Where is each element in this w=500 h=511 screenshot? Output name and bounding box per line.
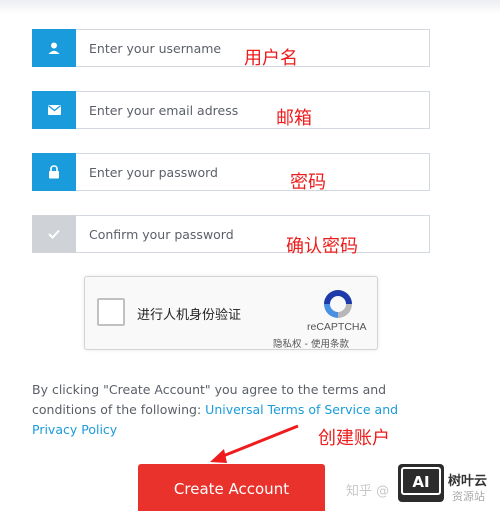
lock-icon	[32, 153, 76, 191]
create-account-button[interactable]: Create Account	[138, 464, 325, 511]
email-field	[32, 91, 430, 129]
watermark-logo-text: AI	[412, 473, 429, 491]
watermark-brand: 树叶云	[448, 474, 488, 489]
password-field	[32, 153, 430, 191]
annotation-arrow-icon	[210, 424, 299, 463]
user-icon	[32, 29, 76, 67]
confirm-password-annotation: 确认密码	[286, 236, 358, 257]
recaptcha-logo-icon	[324, 290, 352, 318]
watermark-sub: 资源站	[452, 490, 485, 503]
watermark-text: 知乎 @	[346, 484, 390, 499]
confirm-password-field	[32, 215, 430, 253]
recaptcha-links[interactable]: 隐私权 - 使用条款	[273, 336, 349, 350]
recaptcha-brand: reCAPTCHA	[307, 321, 367, 333]
check-icon	[32, 215, 76, 253]
recaptcha-checkbox[interactable]	[97, 298, 125, 326]
recaptcha-widget: 进行人机身份验证 reCAPTCHA 隐私权 - 使用条款	[84, 276, 378, 350]
password-annotation: 密码	[290, 172, 326, 193]
submit-annotation: 创建账户	[318, 428, 390, 449]
envelope-icon	[32, 91, 76, 129]
password-input[interactable]	[77, 154, 429, 190]
username-annotation: 用户名	[244, 48, 298, 69]
confirm-password-input[interactable]	[77, 216, 429, 252]
top-divider	[0, 0, 500, 14]
email-input[interactable]	[77, 92, 429, 128]
watermark-logo: AI	[398, 464, 444, 502]
email-annotation: 邮箱	[276, 108, 312, 129]
username-field	[32, 29, 430, 67]
recaptcha-label: 进行人机身份验证	[137, 308, 242, 323]
